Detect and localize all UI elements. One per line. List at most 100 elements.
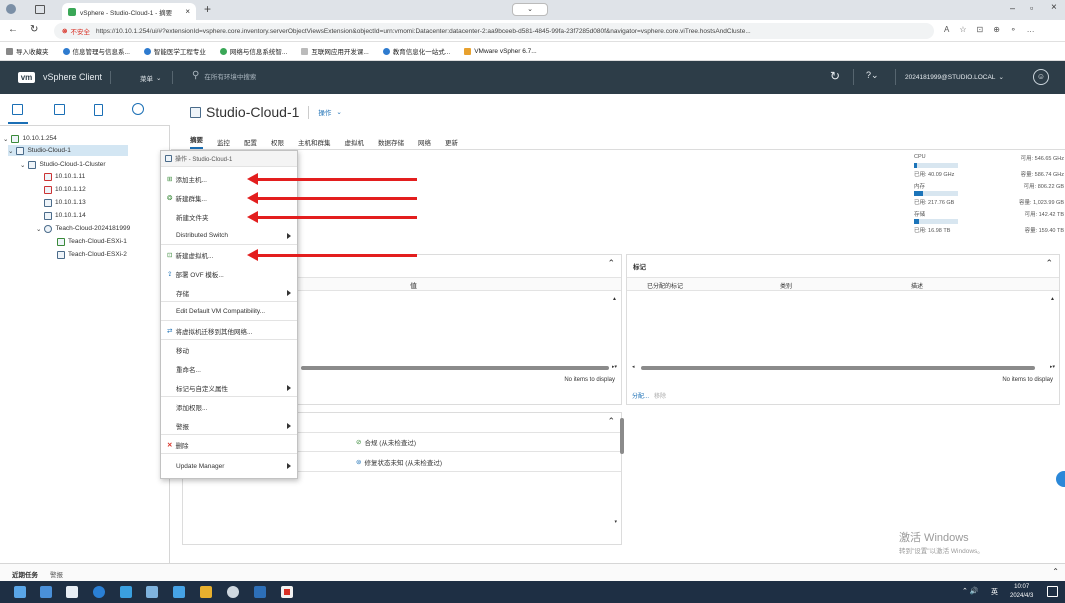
tree-vm[interactable]: Teach-Cloud-ESXi-1 [57, 236, 127, 247]
tab-hosts-clusters[interactable]: 主机和群集 [298, 137, 331, 147]
taskbar-app-icon[interactable] [93, 586, 105, 598]
bookmark-item[interactable]: 智能医学工程专业 [143, 46, 206, 56]
taskbar-app-icon[interactable] [120, 586, 132, 598]
menu-deploy-ovf[interactable]: ⇪ 部署 OVF 模板... [161, 265, 297, 283]
tree-host[interactable]: 10.10.1.11 [44, 171, 85, 182]
menu-delete[interactable]: ✕ 删除 [161, 436, 297, 454]
tab-configure[interactable]: 配置 [244, 137, 257, 147]
taskbar-app-icon[interactable] [173, 586, 185, 598]
menu-update-manager[interactable]: Update Manager [161, 457, 297, 475]
close-tab-icon[interactable]: × [185, 7, 190, 16]
tree-datacenter[interactable]: ⌄ Studio-Cloud-1 [8, 145, 128, 156]
vertical-scrollbar[interactable] [620, 418, 624, 454]
taskbar-app-icon[interactable] [146, 586, 158, 598]
user-menu[interactable]: 2024181999@STUDIO.LOCAL ⌄ [905, 73, 1004, 82]
tree-root[interactable]: ⌄ 10.10.1.254 [3, 133, 57, 144]
alarms-tab[interactable]: 警报 [50, 569, 63, 579]
back-icon[interactable]: ← [8, 24, 18, 35]
hosts-clusters-icon[interactable] [12, 104, 23, 115]
new-tab-button[interactable]: + [204, 2, 211, 16]
start-icon[interactable] [14, 586, 26, 598]
vms-templates-icon[interactable] [54, 104, 65, 115]
recent-tasks-tab[interactable]: 近期任务 [12, 569, 38, 579]
menu-button[interactable]: 菜单 ⌄ [140, 73, 161, 83]
tree-host[interactable]: 10.10.1.14 [44, 210, 86, 221]
menu-move[interactable]: 移动 [161, 341, 297, 359]
tab-actions-icon[interactable] [35, 5, 45, 14]
assign-tag-link[interactable]: 分配... [632, 391, 649, 400]
clock[interactable]: 10:07 2024/4/3 [1010, 583, 1033, 601]
menu-migrate-vm-network[interactable]: ⇄ 将虚拟机迁移到其他网络... [161, 322, 297, 340]
tree-cluster[interactable]: ⌄ Studio-Cloud-1-Cluster [20, 159, 106, 170]
collapse-icon[interactable]: ⌃ [607, 416, 615, 427]
taskbar-app-icon[interactable] [254, 586, 266, 598]
context-menu-title: 操作 - Studio-Cloud-1 [161, 151, 297, 167]
tab-monitor[interactable]: 监控 [217, 137, 230, 147]
ime-indicator[interactable]: 英 [991, 587, 998, 597]
help-icon[interactable]: ?⌄ [866, 70, 879, 81]
menu-edit-vm-compat[interactable]: Edit Default VM Compatibility... [161, 303, 297, 321]
tree-host[interactable]: 10.10.1.13 [44, 197, 86, 208]
menu-rename[interactable]: 重命名... [161, 360, 297, 378]
refresh-icon[interactable]: ↻ [830, 69, 840, 83]
scroll-down-icon[interactable]: ▾ [614, 519, 617, 525]
menu-tags-attributes[interactable]: 标记与自定义属性 [161, 379, 297, 397]
bookmark-item[interactable]: VMware vSpher 6.7... [464, 47, 537, 55]
menu-alarms[interactable]: 警报 [161, 417, 297, 435]
tree-vapp[interactable]: ⌄ Teach-Cloud-2024181999 [36, 223, 130, 234]
tab-permissions[interactable]: 权限 [271, 137, 284, 147]
reload-icon[interactable]: ↻ [30, 24, 38, 35]
horizontal-scrollbar[interactable] [301, 366, 609, 370]
bookmark-item[interactable]: 信息管理与信息系... [62, 46, 130, 56]
divider [308, 105, 310, 119]
collapse-icon[interactable]: ⌃ [1045, 258, 1053, 269]
tray-icons[interactable]: ⌃ 🔊 [962, 587, 979, 595]
global-search[interactable]: ⚲ 在所有环境中搜索 [192, 70, 256, 81]
taskbar-app-icon[interactable] [66, 586, 78, 598]
collapse-icon[interactable]: ⌃ [607, 258, 615, 269]
scroll-right-icon[interactable]: ▸▾ [1050, 364, 1055, 370]
restore-button[interactable]: ▫ [1030, 3, 1033, 13]
taskbar-app-icon[interactable] [40, 586, 52, 598]
tree-host[interactable]: 10.10.1.12 [44, 184, 86, 195]
chevron-down-icon[interactable]: ⌄ [336, 108, 341, 116]
remove-tag-link[interactable]: 移除 [654, 391, 666, 400]
scroll-left-icon[interactable]: ◂ [632, 364, 635, 370]
tab-updates[interactable]: 更新 [445, 137, 458, 147]
browser-toolbar-icons[interactable]: A☆⊡⊕⚬… [944, 25, 1045, 34]
deploy-ovf-icon: ⇪ [167, 271, 173, 278]
bookmark-item[interactable]: 网络与信息系统智... [219, 46, 287, 56]
browser-tab[interactable]: vSphere - Studio-Cloud-1 - 摘要 × [62, 3, 196, 20]
taskbar-app-icon[interactable] [281, 586, 293, 598]
tab-datastores[interactable]: 数据存储 [378, 137, 404, 147]
tab-search-button[interactable]: ⌄ [512, 3, 548, 16]
menu-storage[interactable]: 存储 [161, 284, 297, 302]
menu-distributed-switch[interactable]: Distributed Switch [161, 227, 297, 245]
storage-icon[interactable] [94, 104, 103, 116]
scroll-up-icon[interactable]: ▲ [1050, 296, 1055, 302]
profile-icon[interactable] [6, 4, 16, 14]
close-window-button[interactable]: × [1051, 2, 1057, 13]
expand-icon[interactable]: ⌃ [1052, 567, 1059, 576]
submenu-arrow-icon [287, 423, 291, 429]
actions-menu[interactable]: 操作 [318, 107, 331, 117]
smiley-icon[interactable]: ☺ [1033, 69, 1049, 85]
minimize-button[interactable]: – [1010, 3, 1015, 13]
bookmark-item[interactable]: 导入收藏夹 [6, 46, 49, 56]
side-assistant-button[interactable] [1056, 471, 1065, 487]
bookmark-item[interactable]: 互联网应用开发课... [301, 46, 369, 56]
taskbar-app-icon[interactable] [200, 586, 212, 598]
tab-vms[interactable]: 虚拟机 [345, 137, 365, 147]
menu-add-permission[interactable]: 添加权限... [161, 398, 297, 416]
tree-vm[interactable]: Teach-Cloud-ESXi-2 [57, 249, 127, 260]
taskbar-app-icon[interactable] [227, 586, 239, 598]
notification-icon[interactable] [1047, 586, 1058, 597]
horizontal-scrollbar[interactable] [641, 366, 1035, 370]
scroll-right-icon[interactable]: ▸▾ [612, 364, 617, 370]
bookmark-item[interactable]: 教育信息化一站式... [382, 46, 450, 56]
scroll-up-icon[interactable]: ▲ [612, 296, 617, 302]
networking-icon[interactable] [132, 103, 144, 115]
tab-networks[interactable]: 网络 [418, 137, 431, 147]
tab-summary[interactable]: 摘要 [190, 134, 203, 149]
url-field[interactable]: ⊗ 不安全 https://10.10.1.254/ui/#?extension… [54, 23, 934, 39]
